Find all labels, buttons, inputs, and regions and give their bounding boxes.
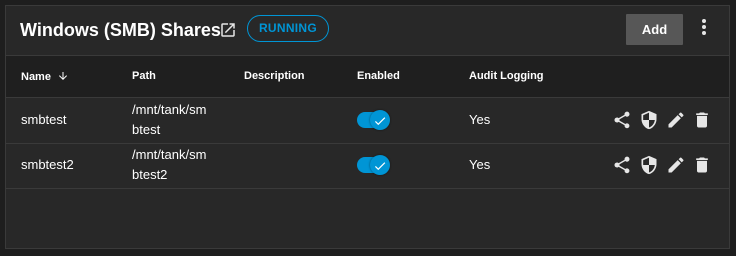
column-header-audit-logging[interactable]: Audit Logging — [469, 70, 544, 82]
delete-icon[interactable] — [692, 155, 712, 175]
edit-icon[interactable] — [666, 155, 686, 175]
card-title: Windows (SMB) Shares — [20, 20, 221, 40]
toggle-knob — [370, 110, 390, 130]
security-icon[interactable] — [639, 110, 659, 130]
share-path-line: /mnt/tank/sm — [132, 102, 207, 117]
more-vert-icon[interactable] — [699, 17, 709, 41]
table-header: Name Path Description Enabled Audit Logg… — [6, 56, 729, 98]
share-path: /mnt/tank/sm btest — [132, 100, 206, 140]
column-header-description[interactable]: Description — [244, 70, 305, 82]
column-header-enabled[interactable]: Enabled — [357, 70, 400, 82]
smb-shares-card: Windows (SMB) Shares RUNNING Add Name Pa… — [5, 5, 730, 249]
check-icon — [374, 162, 386, 171]
delete-icon[interactable] — [692, 110, 712, 130]
share-path-line: btest — [132, 122, 161, 137]
edit-icon[interactable] — [666, 110, 686, 130]
table-row[interactable]: smbtest2 /mnt/tank/sm btest2 Yes — [6, 143, 729, 189]
check-icon — [374, 117, 386, 126]
status-badge[interactable]: RUNNING — [247, 15, 329, 42]
share-name: smbtest — [21, 112, 67, 127]
enabled-toggle[interactable] — [357, 155, 390, 175]
add-button[interactable]: Add — [626, 14, 683, 45]
share-icon[interactable] — [612, 155, 632, 175]
table-row[interactable]: smbtest /mnt/tank/sm btest Yes — [6, 98, 729, 144]
security-icon[interactable] — [639, 155, 659, 175]
open-in-new-icon[interactable] — [219, 21, 237, 39]
column-header-path[interactable]: Path — [132, 70, 156, 82]
column-name-label: Name — [21, 71, 51, 83]
share-icon[interactable] — [612, 110, 632, 130]
card-header: Windows (SMB) Shares RUNNING Add — [6, 6, 729, 56]
share-name: smbtest2 — [21, 157, 74, 172]
share-path: /mnt/tank/sm btest2 — [132, 145, 206, 185]
column-header-name[interactable]: Name — [21, 70, 69, 83]
enabled-toggle[interactable] — [357, 110, 390, 130]
audit-logging-value: Yes — [469, 157, 491, 172]
audit-logging-value: Yes — [469, 112, 491, 127]
share-path-line: /mnt/tank/sm — [132, 147, 207, 162]
toggle-knob — [370, 155, 390, 175]
arrow-down-icon — [59, 72, 68, 80]
share-path-line: btest2 — [132, 167, 168, 182]
